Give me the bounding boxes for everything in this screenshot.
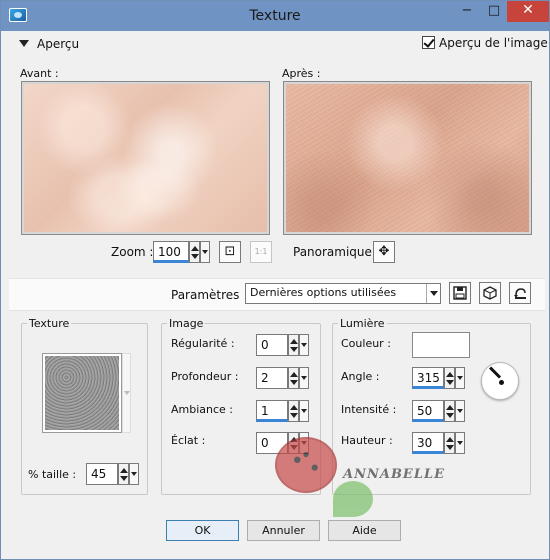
angle-dropdown-button[interactable] [455, 367, 465, 389]
help-button[interactable]: Aide [328, 520, 401, 541]
intensite-dropdown-button[interactable] [455, 400, 465, 422]
parametres-label: Paramètres [171, 288, 240, 302]
intensite-label: Intensité : [341, 403, 397, 416]
minimize-button[interactable]: − [453, 1, 481, 22]
zoom-input[interactable]: 100 [153, 241, 189, 263]
size-label: % taille : [28, 468, 77, 481]
maximize-button[interactable]: □ [480, 1, 508, 22]
cancel-button[interactable]: Annuler [247, 520, 320, 541]
angle-input[interactable]: 315 [412, 367, 444, 389]
size-input[interactable]: 45 [86, 463, 118, 485]
texture-dialog: Texture − □ ✕ Aperçu Aperçu de l'image A… [0, 0, 550, 560]
ambiance-input[interactable]: 1 [256, 400, 288, 422]
before-preview-image[interactable] [21, 81, 270, 235]
save-preset-icon[interactable] [449, 282, 471, 304]
zoom-label: Zoom : [111, 245, 154, 259]
zoom-dropdown-button[interactable] [200, 241, 210, 263]
profondeur-input[interactable]: 2 [256, 367, 288, 389]
chevron-down-icon [426, 284, 440, 303]
ambiance-dropdown-button[interactable] [299, 400, 309, 422]
hauteur-dropdown-button[interactable] [455, 432, 465, 454]
presets-selected: Dernières options utilisées [250, 286, 397, 299]
profondeur-dropdown-button[interactable] [299, 367, 309, 389]
texture-group-title: Texture [27, 317, 72, 330]
regularite-dropdown-button[interactable] [299, 334, 309, 356]
apercu-section-toggle[interactable]: Aperçu [19, 37, 79, 51]
texture-picker-arrow[interactable] [122, 353, 131, 433]
close-button[interactable]: ✕ [507, 1, 549, 22]
hauteur-spin-buttons[interactable] [444, 432, 455, 454]
presets-dropdown[interactable]: Dernières options utilisées [245, 283, 441, 304]
panoramique-label: Panoramique : [293, 245, 380, 259]
angle-spin-buttons[interactable] [444, 367, 455, 389]
before-label: Avant : [20, 67, 59, 80]
texture-swatch[interactable] [42, 353, 122, 433]
zoom-spin-buttons[interactable] [189, 241, 200, 263]
after-label: Après : [282, 67, 321, 80]
apercu-image-label: Aperçu de l'image [439, 36, 548, 50]
reset-defaults-icon[interactable] [509, 282, 531, 304]
image-group-title: Image [167, 317, 206, 330]
ambiance-label: Ambiance : [171, 403, 234, 416]
hauteur-label: Hauteur : [341, 434, 393, 447]
fit-window-icon[interactable]: ⊡ [219, 241, 241, 263]
profondeur-label: Profondeur : [171, 370, 239, 383]
eclat-input[interactable]: 0 [256, 432, 288, 454]
apercu-section-label: Aperçu [37, 37, 80, 51]
pan-move-icon[interactable]: ✥ [373, 241, 395, 263]
random-dice-icon[interactable] [479, 282, 501, 304]
checkbox-checked-icon [422, 36, 435, 49]
angle-dial[interactable] [481, 362, 519, 400]
couleur-label: Couleur : [341, 337, 391, 350]
intensite-spin-buttons[interactable] [444, 400, 455, 422]
collapse-triangle-icon [19, 40, 29, 47]
angle-label: Angle : [341, 370, 380, 383]
hauteur-input[interactable]: 30 [412, 432, 444, 454]
actual-size-icon[interactable]: 1:1 [250, 241, 272, 263]
regularite-spin-buttons[interactable] [288, 334, 299, 356]
regularite-label: Régularité : [171, 337, 235, 350]
ambiance-spin-buttons[interactable] [288, 400, 299, 422]
intensite-input[interactable]: 50 [412, 400, 444, 422]
eclat-dropdown-button[interactable] [299, 432, 309, 454]
lumiere-group-title: Lumière [338, 317, 387, 330]
size-spin-buttons[interactable] [118, 463, 129, 485]
regularite-input[interactable]: 0 [256, 334, 288, 356]
profondeur-spin-buttons[interactable] [288, 367, 299, 389]
size-dropdown-button[interactable] [129, 463, 139, 485]
title-bar: Texture − □ ✕ [1, 1, 549, 31]
apercu-image-checkbox[interactable]: Aperçu de l'image [422, 36, 548, 50]
ok-button[interactable]: OK [166, 520, 239, 541]
after-preview-image[interactable] [283, 81, 532, 235]
eclat-spin-buttons[interactable] [288, 432, 299, 454]
eclat-label: Éclat : [171, 434, 206, 447]
light-color-swatch[interactable] [412, 332, 470, 358]
